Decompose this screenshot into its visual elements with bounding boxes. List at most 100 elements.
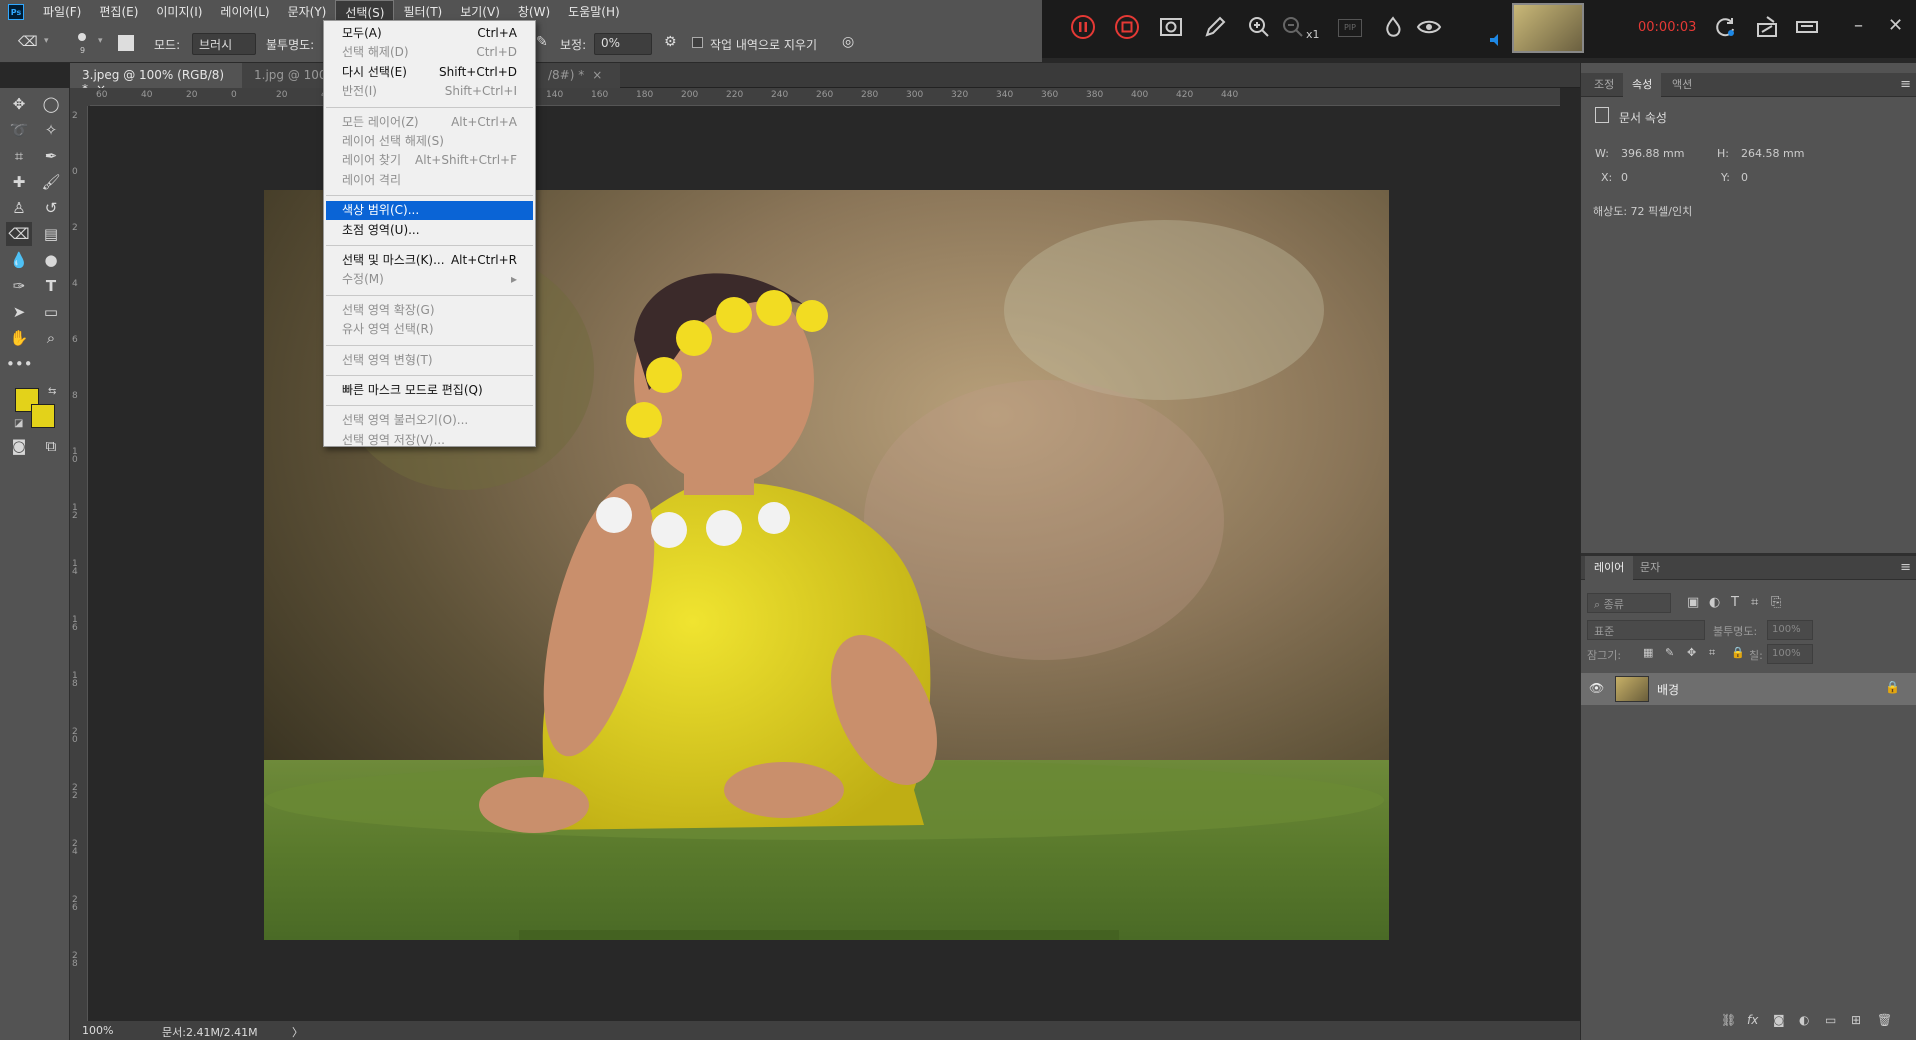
zoom-level[interactable]: 100%	[82, 1024, 113, 1037]
tab-type[interactable]: 문자	[1631, 556, 1669, 580]
menu-item[interactable]: 초점 영역(U)...	[326, 221, 533, 240]
menu-item[interactable]: 다시 선택(E) Shift+Ctrl+D	[326, 63, 533, 82]
height-value[interactable]: 264.58 mm	[1741, 147, 1804, 160]
keyboard-icon[interactable]	[1792, 14, 1822, 44]
brush-panel-icon[interactable]	[118, 35, 134, 51]
zoom-tool-icon[interactable]: ⌕	[38, 326, 64, 350]
path-selection-icon[interactable]: ➤	[6, 300, 32, 324]
menu-layer[interactable]: 레이어(L)	[211, 0, 278, 24]
pencil-icon[interactable]	[1200, 14, 1230, 44]
pressure-icon[interactable]: ◎	[842, 34, 854, 50]
fill-input[interactable]: 100%	[1767, 644, 1813, 664]
new-group-icon[interactable]: ▭	[1825, 1013, 1836, 1027]
panel-menu-icon[interactable]: ≡	[1900, 77, 1911, 92]
export-icon[interactable]	[1752, 14, 1782, 44]
layer-filter-select[interactable]: ⌕ 종류	[1587, 593, 1671, 613]
brush-preset-icon[interactable]	[78, 33, 86, 41]
magic-wand-icon[interactable]: ✧	[38, 118, 64, 142]
tab-adjustments[interactable]: 조정	[1585, 73, 1623, 97]
hand-tool-icon[interactable]: ✋	[6, 326, 32, 350]
screen-mode-icon[interactable]: ⧉	[38, 434, 64, 458]
rectangle-tool-icon[interactable]: ▭	[38, 300, 64, 324]
tab-actions[interactable]: 액션	[1663, 73, 1701, 97]
zoom-in-icon[interactable]	[1244, 14, 1274, 44]
menu-file[interactable]: 파일(F)	[34, 0, 90, 24]
add-mask-icon[interactable]: ◙	[1773, 1013, 1785, 1027]
default-colors-icon[interactable]: ◪	[14, 418, 23, 429]
y-value[interactable]: 0	[1741, 171, 1748, 184]
blend-mode-select[interactable]: 표준	[1587, 620, 1705, 640]
filter-adjust-icon[interactable]: ◐	[1709, 595, 1720, 610]
recording-thumbnail[interactable]	[1512, 3, 1584, 53]
menu-item[interactable]: 색상 범위(C)...	[326, 201, 533, 221]
trash-icon[interactable]: 🗑	[1877, 1013, 1892, 1027]
chevron-down-icon[interactable]: ▾	[98, 36, 103, 46]
filter-type-icon[interactable]: T	[1731, 595, 1739, 610]
cursor-effect-icon[interactable]	[1378, 14, 1408, 44]
layer-name[interactable]: 배경	[1657, 681, 1679, 698]
refresh-icon[interactable]	[1710, 14, 1740, 44]
link-layers-icon[interactable]: ⛓	[1721, 1013, 1736, 1027]
erase-history-checkbox[interactable]	[692, 37, 703, 48]
visibility-eye-icon[interactable]: 👁	[1589, 681, 1604, 695]
healing-brush-icon[interactable]: ✚	[6, 170, 32, 194]
mode-select[interactable]: 브러시	[192, 33, 256, 55]
lock-artboard-icon[interactable]: ⌗	[1709, 646, 1715, 660]
blur-tool-icon[interactable]: 💧	[6, 248, 32, 272]
menu-item[interactable]: 모두(A) Ctrl+A	[326, 24, 533, 43]
x-value[interactable]: 0	[1621, 171, 1628, 184]
panel-menu-icon[interactable]: ≡	[1900, 560, 1911, 575]
smoothing-select[interactable]: 0%	[594, 33, 652, 55]
close-icon[interactable]: ×	[592, 68, 602, 82]
layer-opacity-input[interactable]: 100%	[1767, 620, 1813, 640]
background-color-swatch[interactable]	[31, 404, 55, 428]
recorder-minimize-button[interactable]: –	[1854, 15, 1863, 36]
dodge-tool-icon[interactable]: ●	[38, 248, 64, 272]
filter-smart-icon[interactable]: ⎘	[1771, 595, 1781, 610]
zoom-out-icon[interactable]	[1278, 14, 1308, 44]
menu-item[interactable]: 선택 및 마스크(K)... Alt+Ctrl+R	[326, 251, 533, 270]
menu-image[interactable]: 이미지(I)	[147, 0, 211, 24]
type-tool-icon[interactable]: T	[38, 274, 64, 298]
menu-item[interactable]: 빠른 마스크 모드로 편집(Q)	[326, 381, 533, 400]
lock-pixels-icon[interactable]: ✎	[1665, 646, 1674, 659]
tab-document-active[interactable]: 3.jpeg @ 100% (RGB/8) *×	[70, 63, 242, 96]
gradient-tool-icon[interactable]: ▤	[38, 222, 64, 246]
layer-row-background[interactable]: 👁 배경 🔒	[1581, 673, 1916, 705]
status-arrow-icon[interactable]: 〉	[292, 1024, 303, 1040]
gear-icon[interactable]: ⚙	[664, 34, 677, 50]
lasso-tool-icon[interactable]: ➰	[6, 118, 32, 142]
swap-colors-icon[interactable]: ⇆	[48, 386, 56, 397]
pause-icon[interactable]	[1068, 14, 1098, 44]
chevron-down-icon[interactable]: ▾	[44, 36, 49, 46]
pip-button[interactable]: PIP	[1338, 19, 1362, 37]
tab-layers[interactable]: 레이어	[1585, 556, 1634, 580]
more-tools-icon[interactable]: •••	[6, 352, 33, 376]
eraser-tool-icon[interactable]: ⌫	[6, 222, 32, 246]
tab-document[interactable]: /8#) * ×	[536, 63, 620, 88]
stamp-tool-icon[interactable]: ♙	[6, 196, 32, 220]
menu-help[interactable]: 도움말(H)	[559, 0, 629, 24]
eyedropper-icon[interactable]: ✒	[38, 144, 64, 168]
menu-edit[interactable]: 편집(E)	[90, 0, 147, 24]
width-value[interactable]: 396.88 mm	[1621, 147, 1684, 160]
adjustment-layer-icon[interactable]: ◐	[1799, 1013, 1809, 1027]
filter-pixel-icon[interactable]: ▣	[1687, 595, 1699, 610]
stop-icon[interactable]	[1112, 14, 1142, 44]
new-layer-icon[interactable]: ⊞	[1851, 1013, 1861, 1027]
brush-tool-icon[interactable]: 🖌	[38, 170, 64, 194]
filter-shape-icon[interactable]: ⌗	[1751, 595, 1758, 610]
history-brush-icon[interactable]: ↺	[38, 196, 64, 220]
ellipse-marquee-icon[interactable]: ◯	[38, 92, 64, 116]
move-tool-icon[interactable]: ✥	[6, 92, 32, 116]
fx-icon[interactable]: fx	[1747, 1013, 1758, 1027]
crop-tool-icon[interactable]: ⌗	[6, 144, 32, 168]
eraser-tool-icon[interactable]: ⌫	[18, 34, 38, 50]
lock-position-icon[interactable]: ✥	[1687, 646, 1696, 659]
airbrush-icon[interactable]: ✎	[536, 34, 548, 50]
tab-properties[interactable]: 속성	[1623, 73, 1662, 97]
speaker-icon[interactable]	[1482, 30, 1512, 60]
lock-all-icon[interactable]: 🔒	[1731, 646, 1745, 659]
lock-transparency-icon[interactable]: ▦	[1643, 646, 1653, 659]
quick-mask-icon[interactable]: ◙	[6, 434, 32, 458]
